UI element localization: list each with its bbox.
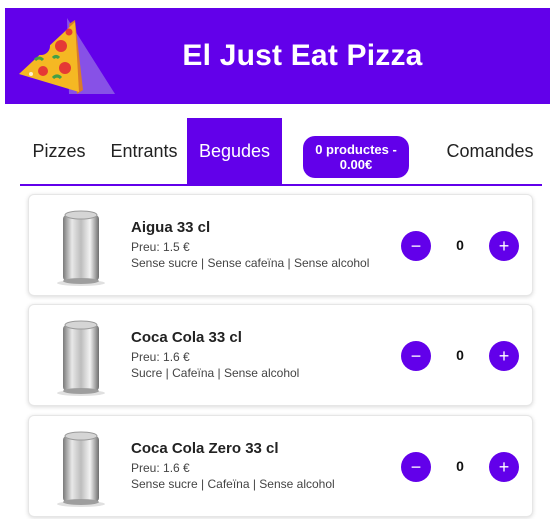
drink-can-icon xyxy=(57,320,105,396)
decrease-quantity-button[interactable]: − xyxy=(401,341,431,371)
product-name: Coca Cola Zero 33 cl xyxy=(131,440,279,457)
drink-can-icon xyxy=(57,431,105,507)
product-price: Preu: 1.6 € xyxy=(131,350,190,364)
tab-entrants[interactable]: Entrants xyxy=(102,118,186,184)
tab-begudes[interactable]: Begudes xyxy=(187,118,282,184)
increase-quantity-button[interactable]: + xyxy=(489,341,519,371)
drink-can-icon xyxy=(57,210,105,286)
product-tags: Sucre | Cafeïna | Sense alcohol xyxy=(131,366,300,380)
decrease-quantity-button[interactable]: − xyxy=(401,452,431,482)
cart-summary-button[interactable]: 0 productes - 0.00€ xyxy=(303,136,409,178)
product-price: Preu: 1.5 € xyxy=(131,240,190,254)
product-card: Coca Cola Zero 33 cl Preu: 1.6 € Sense s… xyxy=(28,415,533,517)
quantity-value: 0 xyxy=(456,237,464,253)
increase-quantity-button[interactable]: + xyxy=(489,452,519,482)
tab-comandes[interactable]: Comandes xyxy=(438,118,542,184)
quantity-value: 0 xyxy=(456,458,464,474)
app-header: El Just Eat Pizza xyxy=(5,8,550,104)
product-tags: Sense sucre | Sense cafeïna | Sense alco… xyxy=(131,256,370,270)
product-price: Preu: 1.6 € xyxy=(131,461,190,475)
product-card: Aigua 33 cl Preu: 1.5 € Sense sucre | Se… xyxy=(28,194,533,296)
app-title: El Just Eat Pizza xyxy=(182,39,423,72)
product-card: Coca Cola 33 cl Preu: 1.6 € Sucre | Cafe… xyxy=(28,304,533,406)
product-name: Coca Cola 33 cl xyxy=(131,329,242,346)
increase-quantity-button[interactable]: + xyxy=(489,231,519,261)
quantity-value: 0 xyxy=(456,347,464,363)
tab-pizzes[interactable]: Pizzes xyxy=(20,118,98,184)
category-nav: Pizzes Entrants Begudes 0 productes - 0.… xyxy=(20,118,542,186)
product-name: Aigua 33 cl xyxy=(131,219,211,236)
product-tags: Sense sucre | Cafeïna | Sense alcohol xyxy=(131,477,335,491)
decrease-quantity-button[interactable]: − xyxy=(401,231,431,261)
